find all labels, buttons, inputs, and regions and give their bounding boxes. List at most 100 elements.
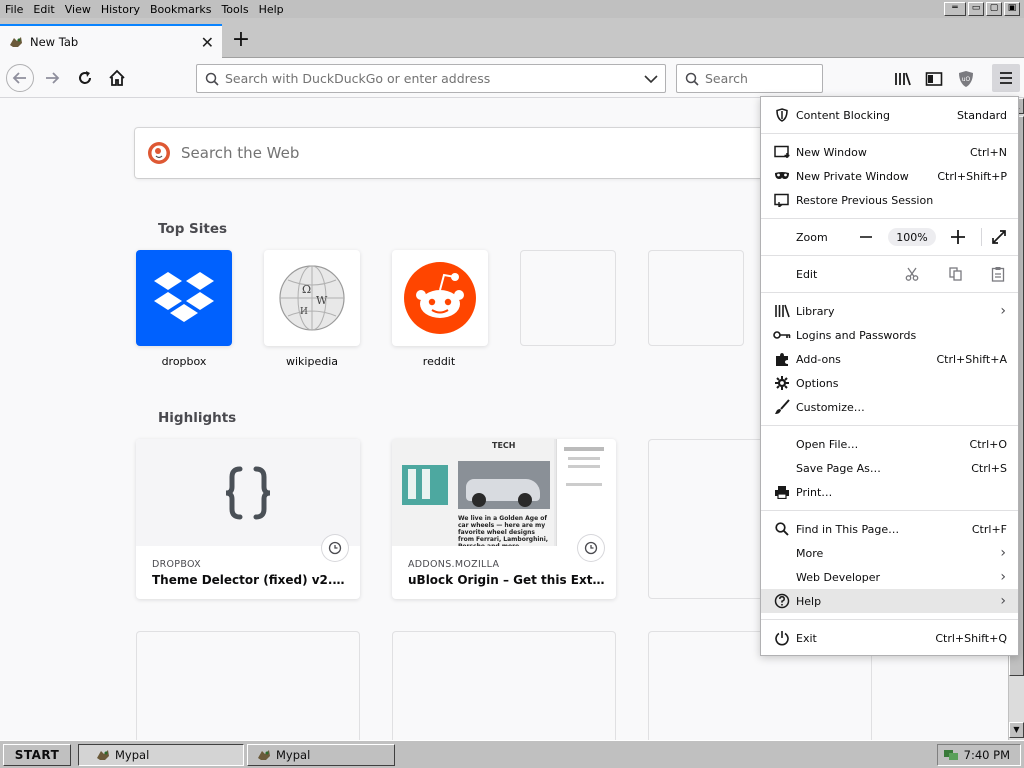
menu-item-options[interactable]: Options xyxy=(761,371,1018,395)
ublock-button[interactable]: uO xyxy=(953,66,979,92)
menu-view[interactable]: View xyxy=(60,3,96,16)
menu-item-help[interactable]: Help › xyxy=(761,589,1018,613)
system-tray: 7:40 PM xyxy=(937,744,1021,766)
url-bar[interactable]: Search with DuckDuckGo or enter address xyxy=(196,64,666,93)
menu-item-label: Web Developer xyxy=(796,570,881,584)
highlight-source: ADDONS.MOZILLA xyxy=(408,559,500,570)
menu-item-new-private-window[interactable]: New Private Window Ctrl+Shift+P xyxy=(761,164,1018,188)
printer-icon xyxy=(772,483,792,501)
highlight-thumbnail xyxy=(136,439,360,546)
menu-item-content-blocking[interactable]: Content Blocking Standard xyxy=(761,103,1018,127)
key-icon xyxy=(772,326,792,344)
forward-arrow-icon xyxy=(46,72,60,84)
paste-icon xyxy=(991,267,1005,282)
menu-file[interactable]: File xyxy=(0,3,28,16)
app-menu-button[interactable] xyxy=(992,64,1020,92)
menu-separator xyxy=(981,228,982,246)
menu-item-open-file[interactable]: Open File… Ctrl+O xyxy=(761,432,1018,456)
menu-item-label: Help xyxy=(796,594,822,608)
library-button[interactable] xyxy=(890,66,916,92)
private-mask-icon xyxy=(772,167,792,185)
window-controls: ═ ▭ ▢ ▣ xyxy=(944,2,1020,16)
code-braces-icon xyxy=(225,466,271,519)
top-site-tile-wikipedia[interactable]: Ω W И xyxy=(264,250,360,346)
menu-item-addons[interactable]: Add-ons Ctrl+Shift+A xyxy=(761,347,1018,371)
maximize-icon[interactable]: ▢ xyxy=(986,2,1002,16)
sidebar-button[interactable] xyxy=(921,66,947,92)
restore-session-icon xyxy=(772,191,792,209)
paste-button[interactable] xyxy=(987,265,1009,283)
web-search-input[interactable]: Search the Web xyxy=(181,144,299,162)
top-site-tile-reddit[interactable] xyxy=(392,250,488,346)
tab-new-tab[interactable]: New Tab ✕ xyxy=(0,24,222,58)
chevron-right-icon: › xyxy=(1000,545,1006,561)
reload-button[interactable] xyxy=(71,64,99,92)
url-input[interactable]: Search with DuckDuckGo or enter address xyxy=(225,71,641,86)
scroll-down-icon[interactable]: ▼ xyxy=(1009,722,1024,738)
menu-item-customize[interactable]: Customize… xyxy=(761,395,1018,419)
menu-item-label: Options xyxy=(796,376,839,390)
close-window-icon[interactable]: ▣ xyxy=(1004,2,1020,16)
svg-text:Ω: Ω xyxy=(302,283,311,296)
chevron-right-icon: › xyxy=(1000,303,1006,319)
taskbar-item-mypal[interactable]: Mypal xyxy=(78,744,244,766)
web-search-box[interactable]: Search the Web xyxy=(135,128,775,178)
top-site-label: wikipedia xyxy=(285,355,338,368)
menu-item-save-page[interactable]: Save Page As… Ctrl+S xyxy=(761,456,1018,480)
menu-item-shortcut: Ctrl+N xyxy=(969,145,1007,159)
menu-item-label: New Window xyxy=(796,145,867,159)
forward-button[interactable] xyxy=(38,64,66,92)
menu-tools[interactable]: Tools xyxy=(216,3,253,16)
menu-item-print[interactable]: Print… xyxy=(761,480,1018,504)
menu-help[interactable]: Help xyxy=(254,3,289,16)
library-icon xyxy=(895,72,911,86)
home-button[interactable] xyxy=(103,64,131,92)
menu-item-label: Save Page As… xyxy=(796,461,881,475)
menu-item-new-window[interactable]: New Window Ctrl+N xyxy=(761,140,1018,164)
menu-item-find[interactable]: Find in This Page… Ctrl+F xyxy=(761,517,1018,541)
menu-item-restore-session[interactable]: Restore Previous Session xyxy=(761,188,1018,212)
highlight-card[interactable]: TECH We live in a Golden Age of car whee… xyxy=(392,439,616,599)
search-input[interactable]: Search xyxy=(705,71,748,86)
zoom-reset-button[interactable]: 100% xyxy=(888,228,936,246)
back-button[interactable] xyxy=(6,64,34,92)
chevron-down-icon[interactable] xyxy=(641,74,661,84)
menu-item-shortcut: Ctrl+S xyxy=(971,461,1007,475)
menu-item-web-developer[interactable]: Web Developer › xyxy=(761,565,1018,589)
menu-item-logins[interactable]: Logins and Passwords xyxy=(761,323,1018,347)
taskbar-item-mypal[interactable]: Mypal xyxy=(247,744,395,766)
highlight-card[interactable]: DROPBOX Theme Delector (fixed) v2.bat xyxy=(136,439,360,599)
close-tab-icon[interactable]: ✕ xyxy=(201,33,214,52)
home-icon xyxy=(109,69,125,86)
menu-item-label: Logins and Passwords xyxy=(796,328,917,342)
menu-bookmarks[interactable]: Bookmarks xyxy=(145,3,216,16)
menu-item-exit[interactable]: Exit Ctrl+Shift+Q xyxy=(761,626,1018,650)
cut-button[interactable] xyxy=(901,265,923,283)
menu-history[interactable]: History xyxy=(96,3,145,16)
menu-item-edit: Edit xyxy=(761,262,1018,286)
menu-item-label: Add-ons xyxy=(796,352,841,366)
zoom-out-button[interactable] xyxy=(855,228,877,246)
minimize-icon[interactable]: ▭ xyxy=(968,2,984,16)
menu-item-library[interactable]: Library › xyxy=(761,299,1018,323)
copy-button[interactable] xyxy=(945,265,967,283)
menu-item-more[interactable]: More › xyxy=(761,541,1018,565)
new-tab-button[interactable]: + xyxy=(228,28,254,54)
highlight-thumbnail: TECH We live in a Golden Age of car whee… xyxy=(392,439,616,546)
menu-edit[interactable]: Edit xyxy=(28,3,59,16)
scissors-icon xyxy=(905,267,919,281)
library-icon xyxy=(772,302,792,320)
fullscreen-button[interactable] xyxy=(988,228,1010,246)
thumbnail-text: We live in a Golden Age of car wheels — … xyxy=(458,515,549,546)
window-menu-icon[interactable]: ═ xyxy=(944,2,966,16)
menu-item-shortcut: Ctrl+F xyxy=(971,522,1007,536)
gear-icon xyxy=(772,374,792,392)
top-site-tile-dropbox[interactable] xyxy=(136,250,232,346)
start-button[interactable]: START xyxy=(3,744,71,766)
app-menu-panel: Content Blocking Standard New Window Ctr… xyxy=(760,96,1019,656)
menu-item-label: Content Blocking xyxy=(796,108,891,122)
zoom-in-button[interactable] xyxy=(947,228,969,246)
network-icon[interactable] xyxy=(943,748,959,762)
search-bar[interactable]: Search xyxy=(676,64,823,93)
menu-separator xyxy=(761,619,1018,620)
